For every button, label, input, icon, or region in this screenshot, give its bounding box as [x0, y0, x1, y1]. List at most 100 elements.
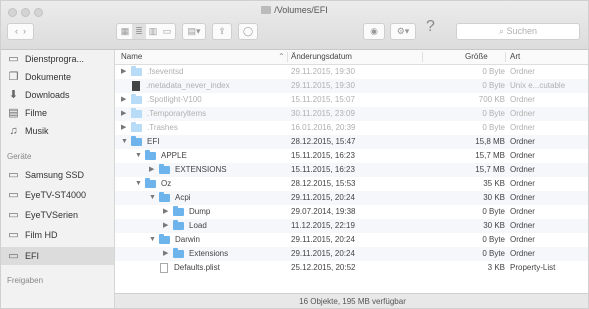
table-row[interactable]: ▶ .fseventsd 29.11.2015, 19:30 0 Byte Ord… [115, 65, 588, 79]
drive-icon: ▭ [8, 209, 19, 221]
table-row[interactable]: Defaults.plist 25.12.2015, 20:52 3 KB Pr… [115, 261, 588, 275]
folder-icon [159, 234, 170, 244]
table-row[interactable]: ▶ Load 11.12.2015, 22:19 30 KB Ordner [115, 219, 588, 233]
tag-icon: ◯ [242, 26, 254, 36]
arrange-icon: ▤▾ [187, 26, 201, 36]
share-icon: ⇪ [218, 26, 226, 36]
table-row[interactable]: ▼ Darwin 29.11.2015, 20:24 0 Byte Ordner [115, 233, 588, 247]
column-header-kind[interactable]: Art [510, 52, 520, 61]
icon-view-icon[interactable]: ▦ [118, 24, 132, 39]
back-icon[interactable]: ‹ [15, 26, 18, 36]
table-row[interactable]: ▼ Oz 28.12.2015, 15:53 35 KB Ordner [115, 177, 588, 191]
column-divider[interactable] [422, 52, 423, 62]
disclosure-triangle-icon[interactable]: ▼ [121, 135, 129, 149]
help-icon[interactable]: ? [426, 18, 435, 36]
arrange-button[interactable]: ▤▾ [182, 23, 206, 40]
table-row[interactable]: ▶ Extensions 29.11.2015, 20:24 0 Byte Ord… [115, 247, 588, 261]
forward-icon[interactable]: › [23, 26, 26, 36]
column-header-name[interactable]: Name [121, 52, 142, 61]
table-row[interactable]: ▶ .Spotlight-V100 15.11.2015, 15:07 700 K… [115, 93, 588, 107]
folder-icon [131, 108, 142, 118]
table-row[interactable]: ▶ EXTENSIONS 15.11.2015, 16:23 15,7 MB Or… [115, 163, 588, 177]
finder-window: /Volumes/EFI ‹ › ▦ ≣ ▥ ▭ ▤▾ ⇪ ◯ ◉ ⚙▾ ? ⌕ Su… [0, 0, 589, 309]
disclosure-triangle-icon[interactable]: ▼ [149, 191, 157, 205]
column-divider[interactable] [505, 52, 506, 62]
column-header-size[interactable]: Größe [465, 52, 488, 61]
folder-icon [173, 206, 184, 216]
drive-icon: ▭ [8, 169, 19, 181]
eye-icon: ◉ [370, 26, 378, 36]
table-row[interactable]: ▶ .Trashes 16.01.2016, 20:39 0 Byte Ordne… [115, 121, 588, 135]
sidebar-item-eyetvserien[interactable]: ▭ EyeTVSerien [7, 206, 78, 224]
sidebar-item-filme[interactable]: ▤ Filme [7, 104, 47, 122]
sidebar-item-eyetv-st4000[interactable]: ▭ EyeTV-ST4000 [7, 186, 86, 204]
sidebar-item-musik[interactable]: ♫ Musik [7, 122, 48, 140]
document-icon [160, 263, 168, 273]
folder-icon: ▭ [8, 53, 19, 65]
drive-icon: ▭ [8, 189, 19, 201]
disk-icon [261, 6, 272, 14]
sidebar: ▭ Dienstprogra... ❐ Dokumente ⬇ Downloads ▤… [1, 50, 115, 308]
folder-icon [131, 94, 142, 104]
documents-icon: ❐ [8, 71, 19, 83]
disclosure-triangle-icon[interactable]: ▶ [121, 93, 129, 107]
disclosure-triangle-icon[interactable]: ▼ [135, 149, 143, 163]
table-row[interactable]: ▼ Acpi 29.11.2015, 20:24 30 KB Ordner [115, 191, 588, 205]
table-row[interactable]: ▶ .Temporaryltems 30.11.2015, 23:09 0 Byt… [115, 107, 588, 121]
sidebar-item-downloads[interactable]: ⬇ Downloads [7, 86, 70, 104]
folder-icon [145, 178, 156, 188]
table-row[interactable]: .metadata_never_index 29.11.2015, 19:30 … [115, 79, 588, 93]
disclosure-triangle-icon[interactable]: ▶ [149, 163, 157, 177]
search-icon: ⌕ [498, 26, 504, 36]
executable-icon [132, 81, 140, 91]
status-bar: 16 Objekte, 195 MB verfügbar [115, 293, 588, 308]
column-divider[interactable] [287, 52, 288, 62]
sidebar-item-dienstprogramme[interactable]: ▭ Dienstprogra... [7, 50, 84, 68]
film-icon: ▤ [8, 107, 19, 119]
back-forward-buttons[interactable]: ‹ › [7, 23, 34, 40]
sidebar-item-samsung-ssd[interactable]: ▭ Samsung SSD [7, 166, 84, 184]
column-header-modified[interactable]: Änderungsdatum [291, 52, 352, 61]
disclosure-triangle-icon[interactable]: ▶ [121, 121, 129, 135]
column-view-icon[interactable]: ▥ [146, 24, 160, 39]
disclosure-triangle-icon[interactable]: ▼ [135, 177, 143, 191]
music-icon: ♫ [9, 125, 18, 137]
share-button[interactable]: ⇪ [212, 23, 232, 40]
view-mode-control[interactable]: ▦ ≣ ▥ ▭ [116, 23, 176, 40]
sidebar-item-efi[interactable]: ▭ EFI [1, 247, 114, 265]
drive-icon: ▭ [8, 250, 19, 262]
action-button[interactable]: ⚙▾ [390, 23, 416, 40]
folder-icon [159, 164, 170, 174]
drive-icon: ▭ [8, 229, 19, 241]
quick-look-button[interactable]: ◉ [363, 23, 385, 40]
sort-indicator-icon: ⌃ [278, 52, 285, 61]
sidebar-item-film-hd[interactable]: ▭ Film HD [7, 226, 57, 244]
sidebar-header-devices: Geräte [7, 152, 32, 161]
disclosure-triangle-icon[interactable]: ▶ [163, 247, 171, 261]
tags-button[interactable]: ◯ [238, 23, 258, 40]
file-list: Name ⌃ Änderungsdatum Größe Art ▶ .fseven… [115, 50, 588, 293]
disclosure-triangle-icon[interactable]: ▶ [121, 107, 129, 121]
disclosure-triangle-icon[interactable]: ▶ [163, 205, 171, 219]
window-title: /Volumes/EFI [1, 5, 588, 15]
folder-icon [131, 136, 142, 146]
disclosure-triangle-icon[interactable]: ▶ [163, 219, 171, 233]
titlebar: /Volumes/EFI ‹ › ▦ ≣ ▥ ▭ ▤▾ ⇪ ◯ ◉ ⚙▾ ? ⌕ Su… [1, 1, 588, 50]
column-header: Name ⌃ Änderungsdatum Größe Art [115, 50, 588, 65]
gallery-view-icon[interactable]: ▭ [160, 24, 174, 39]
table-row[interactable]: ▼ APPLE 15.11.2015, 16:23 15,7 MB Ordner [115, 149, 588, 163]
search-input[interactable]: ⌕ Suchen [456, 23, 580, 40]
table-row[interactable]: ▼ EFI 28.12.2015, 15:47 15,8 MB Ordner [115, 135, 588, 149]
sidebar-header-shares: Freigaben [7, 276, 44, 285]
folder-icon [173, 220, 184, 230]
disclosure-triangle-icon[interactable]: ▶ [121, 65, 129, 79]
folder-icon [173, 248, 184, 258]
gear-icon: ⚙▾ [396, 26, 410, 36]
folder-icon [131, 66, 142, 76]
table-row[interactable]: ▶ Dump 29.07.2014, 19:38 0 Byte Ordner [115, 205, 588, 219]
list-view-icon[interactable]: ≣ [132, 24, 146, 39]
folder-icon [145, 150, 156, 160]
disclosure-triangle-icon[interactable]: ▼ [149, 233, 157, 247]
sidebar-item-dokumente[interactable]: ❐ Dokumente [7, 68, 71, 86]
download-icon: ⬇ [8, 89, 19, 101]
